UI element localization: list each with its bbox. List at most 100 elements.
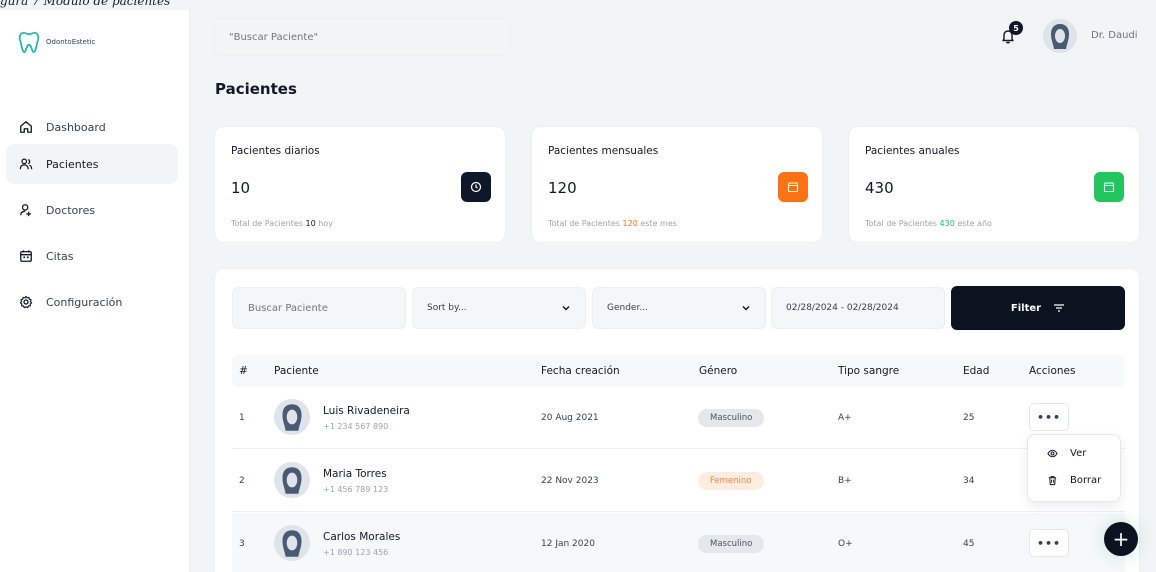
menu-item-ver[interactable]: Ver bbox=[1047, 448, 1086, 459]
top-search-input[interactable] bbox=[214, 18, 511, 56]
sidebar-item-dashboard[interactable]: Dashboard bbox=[6, 107, 178, 147]
table-row[interactable]: 3 Carlos Morales +1 890 123 456 12 Jan 2… bbox=[232, 513, 1125, 572]
blood-type: O+ bbox=[838, 539, 853, 549]
column-header: Género bbox=[699, 365, 738, 377]
patient-avatar bbox=[274, 399, 310, 435]
patient-name[interactable]: Carlos Morales bbox=[323, 531, 400, 543]
sidebar-item-pacientes[interactable]: Pacientes bbox=[6, 144, 178, 184]
stat-value: 10 bbox=[231, 179, 251, 197]
stat-footnote: Total de Pacientes 120 este mes bbox=[548, 219, 677, 228]
avatar-silhouette-icon bbox=[274, 399, 310, 435]
menu-item-label: Ver bbox=[1070, 448, 1087, 459]
row-number: 3 bbox=[239, 539, 245, 549]
stat-value: 430 bbox=[865, 179, 894, 197]
row-number: 1 bbox=[239, 413, 245, 423]
column-header: Tipo sangre bbox=[838, 365, 900, 377]
user-avatar[interactable] bbox=[1043, 19, 1077, 53]
patient-name[interactable]: Maria Torres bbox=[323, 468, 387, 480]
stat-label: Pacientes mensuales bbox=[548, 145, 659, 157]
stat-label: Pacientes anuales bbox=[865, 145, 960, 157]
clock-icon bbox=[470, 181, 482, 193]
sidebar-item-label: Doctores bbox=[46, 203, 96, 217]
created-date: 12 Jan 2020 bbox=[541, 539, 595, 549]
tooth-icon bbox=[18, 32, 40, 53]
patient-phone: +1 890 123 456 bbox=[323, 548, 389, 557]
patient-phone: +1 456 789 123 bbox=[323, 485, 389, 494]
created-date: 22 Nov 2023 bbox=[541, 476, 599, 486]
filter-button[interactable]: Filter bbox=[951, 286, 1125, 330]
stat-card-yearly: Pacientes anuales 430 Total de Pacientes… bbox=[848, 126, 1140, 243]
row-actions-button[interactable]: ••• bbox=[1029, 529, 1069, 557]
trash-icon bbox=[1048, 476, 1057, 486]
row-actions-button[interactable]: ••• bbox=[1029, 403, 1069, 431]
sidebar-item-label: Citas bbox=[46, 249, 74, 263]
avatar-silhouette-icon bbox=[274, 462, 310, 498]
table-row[interactable]: 1 Luis Rivadeneira +1 234 567 890 20 Aug… bbox=[232, 387, 1125, 449]
gear-icon bbox=[19, 295, 33, 309]
notifications-button[interactable]: 5 bbox=[1000, 21, 1023, 46]
blood-type: A+ bbox=[838, 413, 852, 423]
date-range-value: 02/28/2024 - 02/28/2024 bbox=[786, 303, 899, 313]
stat-card-daily: Pacientes diarios 10 Total de Pacientes … bbox=[214, 126, 506, 243]
avatar-silhouette-icon bbox=[274, 525, 310, 561]
avatar-silhouette-icon bbox=[1043, 19, 1077, 53]
brand-name: OdontoEstetic bbox=[46, 38, 96, 46]
gender-select[interactable]: Gender... bbox=[592, 287, 766, 329]
gender-select-label: Gender... bbox=[607, 303, 648, 313]
sidebar-item-configuracion[interactable]: Configuración bbox=[6, 282, 178, 322]
row-actions-menu: Ver Borrar bbox=[1027, 434, 1121, 502]
patient-avatar bbox=[274, 462, 310, 498]
sidebar-item-label: Pacientes bbox=[46, 157, 99, 171]
sort-select[interactable]: Sort by... bbox=[412, 287, 586, 329]
patient-name[interactable]: Luis Rivadeneira bbox=[323, 405, 410, 417]
brand-logo[interactable]: OdontoEstetic bbox=[18, 30, 95, 54]
age: 25 bbox=[963, 413, 975, 423]
calendar-icon bbox=[20, 250, 32, 262]
sidebar-item-doctores[interactable]: Doctores bbox=[6, 190, 178, 230]
menu-item-label: Borrar bbox=[1070, 475, 1102, 486]
blood-type: B+ bbox=[838, 476, 852, 486]
stat-badge bbox=[1094, 172, 1124, 202]
table-row[interactable]: 2 Maria Torres +1 456 789 123 22 Nov 202… bbox=[232, 450, 1125, 512]
row-number: 2 bbox=[239, 476, 245, 486]
sidebar: OdontoEstetic Dashboard Pacientes Doctor… bbox=[0, 10, 190, 572]
users-icon bbox=[19, 158, 33, 170]
page-title: Pacientes bbox=[215, 80, 297, 98]
notification-count-badge: 5 bbox=[1009, 21, 1023, 35]
calendar-month-icon bbox=[787, 182, 799, 193]
patients-table-card: Sort by... Gender... 02/28/2024 - 02/28/… bbox=[214, 268, 1140, 572]
sidebar-item-label: Dashboard bbox=[46, 120, 106, 134]
chevron-down-icon bbox=[742, 305, 750, 311]
patient-avatar bbox=[274, 525, 310, 561]
column-header: Paciente bbox=[274, 365, 319, 377]
date-range-picker[interactable]: 02/28/2024 - 02/28/2024 bbox=[771, 287, 945, 329]
sidebar-item-label: Configuración bbox=[46, 295, 123, 309]
created-date: 20 Aug 2021 bbox=[541, 413, 599, 423]
eye-icon bbox=[1047, 449, 1058, 458]
patient-search-input[interactable] bbox=[232, 287, 406, 329]
stat-badge bbox=[461, 172, 491, 202]
column-header: # bbox=[239, 365, 248, 377]
filter-button-label: Filter bbox=[1010, 302, 1042, 314]
patient-phone: +1 234 567 890 bbox=[323, 422, 389, 431]
stat-label: Pacientes diarios bbox=[231, 145, 320, 157]
column-header: Fecha creación bbox=[541, 365, 620, 377]
add-patient-button[interactable]: + bbox=[1104, 522, 1138, 556]
menu-item-borrar[interactable]: Borrar bbox=[1047, 475, 1101, 486]
stat-footnote: Total de Pacientes 10 hoy bbox=[231, 219, 333, 228]
sidebar-item-citas[interactable]: Citas bbox=[6, 236, 178, 276]
gender-badge: Masculino bbox=[698, 409, 765, 427]
user-name[interactable]: Dr. Daudi bbox=[1091, 30, 1138, 41]
age: 45 bbox=[963, 539, 975, 549]
doctor-icon bbox=[20, 204, 31, 217]
table-header: # Paciente Fecha creación Género Tipo sa… bbox=[232, 355, 1125, 387]
stat-card-monthly: Pacientes mensuales 120 Total de Pacient… bbox=[531, 126, 823, 243]
stat-badge bbox=[778, 172, 808, 202]
sort-select-label: Sort by... bbox=[427, 303, 467, 313]
calendar-year-icon bbox=[1103, 182, 1115, 193]
stat-footnote: Total de Pacientes 430 este año bbox=[865, 219, 992, 228]
stat-value: 120 bbox=[548, 179, 577, 197]
figure-caption: gura 7 Modulo de pacientes bbox=[0, 0, 171, 8]
filter-lines-icon bbox=[1054, 304, 1065, 312]
age: 34 bbox=[963, 476, 975, 486]
